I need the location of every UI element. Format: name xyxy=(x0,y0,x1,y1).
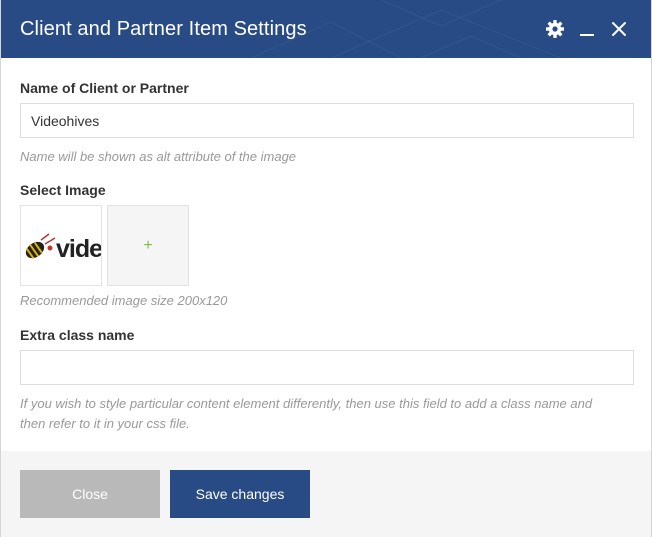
dialog-body: Name of Client or Partner Name will be s… xyxy=(1,58,651,451)
dialog-header: Client and Partner Item Settings xyxy=(1,0,651,58)
minimize-icon[interactable] xyxy=(577,19,597,39)
thumbnail-logo-text: vide xyxy=(56,235,102,263)
settings-dialog: Client and Partner Item Settings Name of… xyxy=(0,0,652,537)
gear-icon[interactable] xyxy=(545,19,565,39)
dialog-title: Client and Partner Item Settings xyxy=(20,17,307,40)
header-controls xyxy=(545,0,629,58)
plus-icon: + xyxy=(143,236,153,254)
name-hint: Name will be shown as alt attribute of t… xyxy=(20,149,297,164)
image-hint: Recommended image size 200x120 xyxy=(20,293,228,308)
dialog-footer: Close Save changes xyxy=(1,451,651,537)
extra-class-input[interactable] xyxy=(20,350,634,385)
select-image-label: Select Image xyxy=(20,182,106,198)
save-changes-button[interactable]: Save changes xyxy=(170,470,310,518)
add-image-button[interactable]: + xyxy=(107,205,189,286)
name-input[interactable] xyxy=(20,103,634,138)
close-button[interactable]: Close xyxy=(20,470,160,518)
extra-class-label: Extra class name xyxy=(20,327,135,343)
name-field-label: Name of Client or Partner xyxy=(20,80,189,96)
close-icon[interactable] xyxy=(609,19,629,39)
extra-class-hint: If you wish to style particular content … xyxy=(20,396,593,431)
selected-image-thumbnail[interactable]: vide xyxy=(20,205,102,286)
